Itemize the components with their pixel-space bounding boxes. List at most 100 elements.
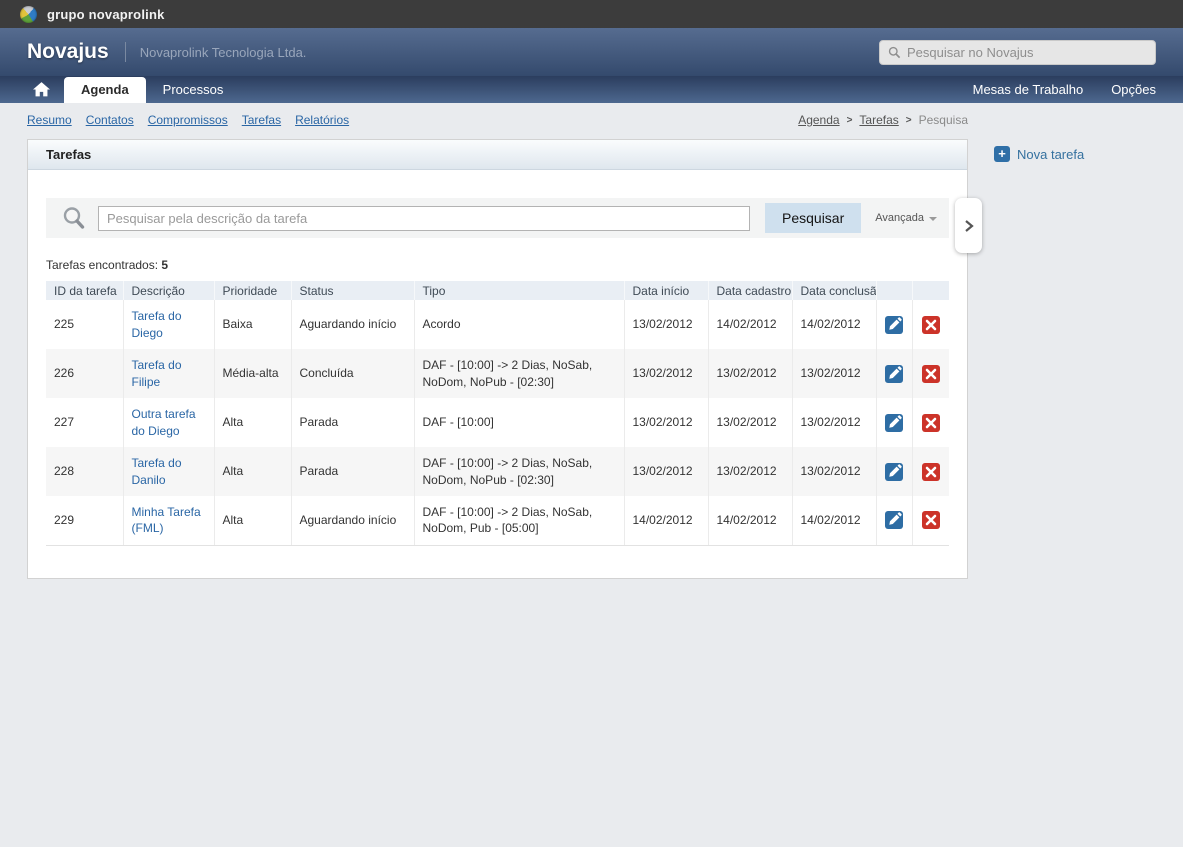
edit-cell bbox=[876, 447, 912, 496]
task-finish-date-cell: 14/02/2012 bbox=[792, 300, 876, 349]
advanced-search-toggle[interactable]: Avançada bbox=[875, 212, 937, 224]
task-type-cell: DAF - [10:00] -> 2 Dias, NoSab, NoDom, N… bbox=[414, 349, 624, 398]
tab-processos[interactable]: Processos bbox=[146, 77, 241, 103]
nav-mesas-de-trabalho[interactable]: Mesas de Trabalho bbox=[973, 82, 1084, 97]
search-icon bbox=[888, 46, 901, 59]
task-finish-date-cell: 13/02/2012 bbox=[792, 447, 876, 496]
delete-task-icon[interactable] bbox=[922, 316, 940, 334]
table-row: 228 Tarefa do Danilo Alta Parada DAF - [… bbox=[46, 447, 949, 496]
column-header bbox=[876, 281, 912, 300]
delete-task-icon[interactable] bbox=[922, 511, 940, 529]
new-task-button[interactable]: + Nova tarefa bbox=[994, 146, 1084, 162]
task-id-cell: 228 bbox=[46, 447, 123, 496]
app-header: Novajus Novaprolink Tecnologia Ltda. bbox=[0, 28, 1183, 76]
column-header: Status bbox=[291, 281, 414, 300]
task-start-date-cell: 13/02/2012 bbox=[624, 447, 708, 496]
column-header: Descrição bbox=[123, 281, 214, 300]
breadcrumb-separator: > bbox=[847, 115, 853, 126]
delete-cell bbox=[912, 496, 949, 545]
task-created-date-cell: 13/02/2012 bbox=[708, 349, 792, 398]
subnav-resumo[interactable]: Resumo bbox=[27, 113, 72, 127]
plus-icon: + bbox=[994, 146, 1010, 162]
nav-opcoes[interactable]: Opções bbox=[1111, 82, 1156, 97]
task-description-link[interactable]: Tarefa do Diego bbox=[132, 309, 182, 339]
task-status-cell: Parada bbox=[291, 447, 414, 496]
delete-task-icon[interactable] bbox=[922, 463, 940, 481]
tab-agenda[interactable]: Agenda bbox=[64, 77, 146, 103]
global-search-box[interactable] bbox=[879, 40, 1156, 65]
task-search-input[interactable] bbox=[98, 206, 750, 231]
table-row: 229 Minha Tarefa (FML) Alta Aguardando i… bbox=[46, 496, 949, 545]
group-brand-text: grupo novaprolink bbox=[47, 7, 165, 22]
edit-task-icon[interactable] bbox=[885, 365, 903, 383]
table-row: 226 Tarefa do Filipe Média-alta Concluíd… bbox=[46, 349, 949, 398]
task-search-bar: Pesquisar Avançada bbox=[46, 198, 949, 238]
delete-cell bbox=[912, 300, 949, 349]
task-finish-date-cell: 13/02/2012 bbox=[792, 398, 876, 447]
task-description-cell: Tarefa do Danilo bbox=[123, 447, 214, 496]
task-description-cell: Minha Tarefa (FML) bbox=[123, 496, 214, 545]
page-content: Resumo Contatos Compromissos Tarefas Rel… bbox=[0, 103, 1183, 579]
results-count: 5 bbox=[161, 258, 168, 272]
edit-cell bbox=[876, 496, 912, 545]
task-id-cell: 229 bbox=[46, 496, 123, 545]
task-status-cell: Parada bbox=[291, 398, 414, 447]
delete-task-icon[interactable] bbox=[922, 365, 940, 383]
breadcrumb-tarefas[interactable]: Tarefas bbox=[859, 113, 898, 127]
edit-task-icon[interactable] bbox=[885, 316, 903, 334]
delete-cell bbox=[912, 447, 949, 496]
subnav-relatorios[interactable]: Relatórios bbox=[295, 113, 349, 127]
edit-task-icon[interactable] bbox=[885, 463, 903, 481]
task-type-cell: DAF - [10:00] -> 2 Dias, NoSab, NoDom, N… bbox=[414, 447, 624, 496]
search-button[interactable]: Pesquisar bbox=[765, 203, 861, 233]
task-id-cell: 227 bbox=[46, 398, 123, 447]
subnav-tarefas[interactable]: Tarefas bbox=[242, 113, 281, 127]
column-header bbox=[912, 281, 949, 300]
task-finish-date-cell: 13/02/2012 bbox=[792, 349, 876, 398]
task-id-cell: 226 bbox=[46, 349, 123, 398]
table-row: 225 Tarefa do Diego Baixa Aguardando iní… bbox=[46, 300, 949, 349]
task-finish-date-cell: 14/02/2012 bbox=[792, 496, 876, 545]
search-icon bbox=[62, 206, 86, 230]
company-name: Novaprolink Tecnologia Ltda. bbox=[140, 45, 307, 60]
task-priority-cell: Alta bbox=[214, 447, 291, 496]
column-header: Data cadastro bbox=[708, 281, 792, 300]
task-description-link[interactable]: Outra tarefa do Diego bbox=[132, 407, 196, 437]
breadcrumb-separator: > bbox=[906, 115, 912, 126]
subnav-contatos[interactable]: Contatos bbox=[86, 113, 134, 127]
home-icon[interactable] bbox=[27, 76, 56, 103]
task-status-cell: Aguardando início bbox=[291, 496, 414, 545]
edit-cell bbox=[876, 398, 912, 447]
task-description-cell: Outra tarefa do Diego bbox=[123, 398, 214, 447]
breadcrumb: Agenda > Tarefas > Pesquisa bbox=[798, 113, 968, 127]
column-header: Prioridade bbox=[214, 281, 291, 300]
global-search-input[interactable] bbox=[907, 45, 1147, 60]
delete-task-icon[interactable] bbox=[922, 414, 940, 432]
task-description-link[interactable]: Tarefa do Danilo bbox=[132, 456, 182, 486]
task-start-date-cell: 14/02/2012 bbox=[624, 496, 708, 545]
panel-title: Tarefas bbox=[46, 147, 91, 162]
subnav-compromissos[interactable]: Compromissos bbox=[148, 113, 228, 127]
task-start-date-cell: 13/02/2012 bbox=[624, 398, 708, 447]
header-divider bbox=[125, 42, 126, 62]
collapse-panel-toggle[interactable] bbox=[955, 198, 982, 253]
breadcrumb-current: Pesquisa bbox=[919, 113, 968, 127]
task-id-cell: 225 bbox=[46, 300, 123, 349]
task-description-link[interactable]: Minha Tarefa (FML) bbox=[132, 505, 201, 535]
novaprolink-logo-icon bbox=[20, 6, 37, 23]
task-status-cell: Concluída bbox=[291, 349, 414, 398]
table-row: 227 Outra tarefa do Diego Alta Parada DA… bbox=[46, 398, 949, 447]
task-type-cell: Acordo bbox=[414, 300, 624, 349]
edit-task-icon[interactable] bbox=[885, 414, 903, 432]
task-priority-cell: Alta bbox=[214, 496, 291, 545]
task-description-link[interactable]: Tarefa do Filipe bbox=[132, 358, 182, 388]
breadcrumb-agenda[interactable]: Agenda bbox=[798, 113, 839, 127]
task-priority-cell: Média-alta bbox=[214, 349, 291, 398]
edit-task-icon[interactable] bbox=[885, 511, 903, 529]
task-created-date-cell: 13/02/2012 bbox=[708, 398, 792, 447]
column-header: Tipo bbox=[414, 281, 624, 300]
column-header: Data conclusão bbox=[792, 281, 876, 300]
tasks-table: ID da tarefaDescriçãoPrioridadeStatusTip… bbox=[46, 281, 949, 546]
task-start-date-cell: 13/02/2012 bbox=[624, 300, 708, 349]
task-type-cell: DAF - [10:00] bbox=[414, 398, 624, 447]
